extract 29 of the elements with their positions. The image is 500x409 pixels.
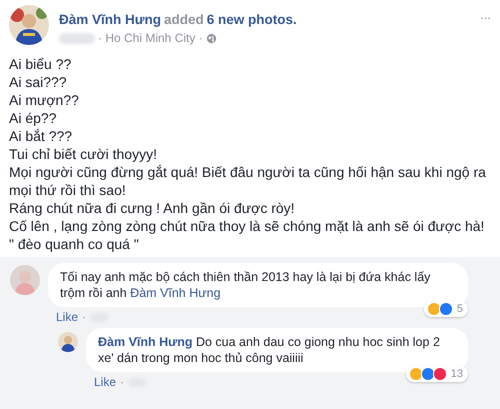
post-text: Tui chỉ biết cười thoyyy! <box>9 145 158 163</box>
reaction-count: 5 <box>456 303 463 315</box>
comment-text: Tối nay anh mặc bộ cách thiên thần 2013 hay là lại bị đứa khác lấy trộm rồi anh Đàm Vĩnh Hưng <box>60 269 432 301</box>
like-link[interactable]: Like <box>94 375 116 389</box>
more-options-button[interactable]: ... <box>480 7 491 22</box>
post-text: Cố lên , lạng zòng zòng chút nữa thoy là sẽ chóng mặt là anh sẽ ói được hà! <box>9 217 486 235</box>
reaction-badge[interactable]: 5 <box>424 301 468 317</box>
reaction-count: 13 <box>450 368 463 380</box>
post-text: Ai ép?? <box>9 109 58 127</box>
post-text: Ai mượn?? <box>9 91 80 109</box>
post-text: Ai sai??? <box>9 73 68 91</box>
post-text: Ai biểu ?? <box>9 55 72 73</box>
separator-dot: · <box>120 375 124 389</box>
post-text: Ráng chút nữa đi cưng ! Anh gần ói được ròy! <box>9 199 296 217</box>
comment-text: Đàm Vĩnh Hưng Do cua anh dau co giong nhu hoc sinh lop 2 xe' dán trong mon hoc thủ công vaiiiii <box>98 334 441 366</box>
like-link[interactable]: Like <box>56 310 78 324</box>
author-link[interactable]: Đàm Vĩnh Hưng <box>98 335 192 349</box>
mention-link[interactable]: Đàm Vĩnh Hưng <box>130 286 221 300</box>
reaction-badge[interactable]: 13 <box>406 366 468 382</box>
post-text: " đèo quanh co quá " <box>9 235 140 253</box>
separator-dot: · <box>82 310 86 324</box>
photos-link[interactable]: 6 new photos. <box>206 12 297 27</box>
location-text: · Ho Chi Minh City · <box>98 31 203 45</box>
blurred-timestamp <box>59 32 95 44</box>
post-text: Mọi người cũng đừng gắt quá! Biết đâu người ta cũng hối hận sau khi ngộ ra mọi thứ rồi thì sao! <box>9 163 487 199</box>
globe-icon <box>206 32 217 44</box>
post-text: Ai bắt ??? <box>9 127 74 145</box>
action-text: added <box>164 12 204 27</box>
author-link[interactable]: Đàm Vĩnh Hưng <box>59 12 162 27</box>
